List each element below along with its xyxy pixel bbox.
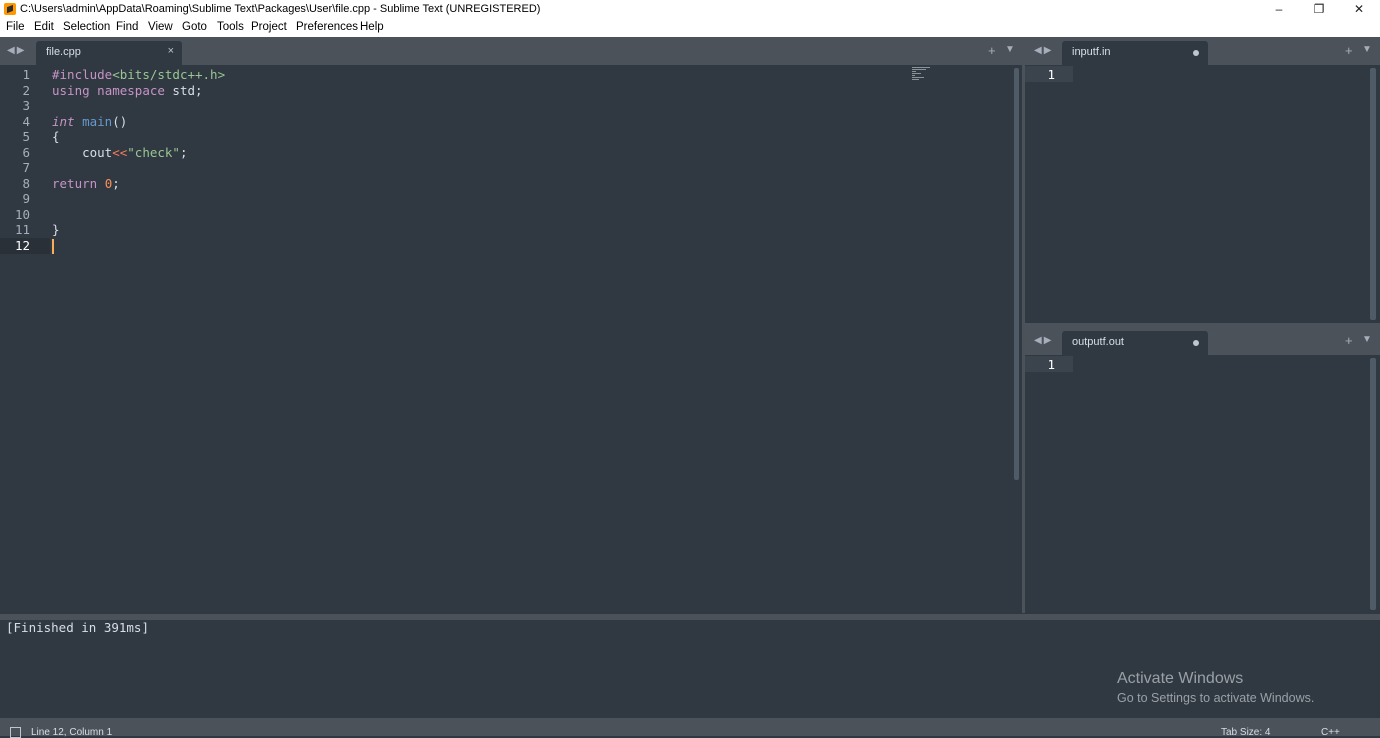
tab-list-chevron-icon[interactable]: ▼ xyxy=(1005,44,1015,55)
current-line-number: 1 xyxy=(1047,357,1055,372)
cursor-position: Line 12, Column 1 xyxy=(31,727,113,738)
tab-file-cpp[interactable]: file.cpp × xyxy=(36,41,182,65)
close-button[interactable]: ✕ xyxy=(1336,0,1380,19)
line-number: 2 xyxy=(22,82,30,98)
window-title: C:\Users\admin\AppData\Roaming\Sublime T… xyxy=(20,3,541,15)
code-line-1: #include<bits/stdc++.h> xyxy=(52,67,226,82)
code-line-8: return 0; xyxy=(52,175,120,191)
line-number: 5 xyxy=(22,129,30,144)
line-number: 11 xyxy=(14,222,30,237)
menu-goto[interactable]: Goto xyxy=(182,21,207,33)
code-line-5: { xyxy=(52,129,60,144)
title-bar: C:\Users\admin\AppData\Roaming\Sublime T… xyxy=(0,0,1380,19)
menu-preferences[interactable]: Preferences xyxy=(296,21,358,33)
tab-nav-arrows[interactable]: ◀▶ xyxy=(1034,335,1053,346)
code-line-4: int main() xyxy=(52,113,128,129)
syntax-indicator[interactable]: C++ xyxy=(1321,727,1340,738)
tab-close-icon[interactable]: × xyxy=(168,45,174,57)
line-number: 9 xyxy=(22,191,30,206)
menu-find[interactable]: Find xyxy=(116,21,138,33)
new-tab-plus-icon[interactable]: + xyxy=(1345,333,1353,348)
right-top-tab-strip: ◀▶ inputf.in + ▼ xyxy=(1025,37,1380,65)
tab-list-chevron-icon[interactable]: ▼ xyxy=(1362,334,1372,345)
tab-size-indicator[interactable]: Tab Size: 4 xyxy=(1221,727,1270,738)
activate-windows-title: Activate Windows xyxy=(1117,670,1244,687)
code-line-2: using namespace std; xyxy=(52,82,203,98)
menu-selection[interactable]: Selection xyxy=(63,21,110,33)
tab-label: inputf.in xyxy=(1072,46,1111,58)
right-bottom-scrollbar[interactable] xyxy=(1370,358,1376,610)
current-line-number: 1 xyxy=(1047,67,1055,82)
new-tab-plus-icon[interactable]: + xyxy=(1345,43,1353,58)
minimap[interactable] xyxy=(912,67,932,83)
text-caret xyxy=(52,239,54,254)
tab-nav-arrows[interactable]: ◀▶ xyxy=(1034,45,1053,56)
activate-windows-subtitle: Go to Settings to activate Windows. xyxy=(1117,691,1315,705)
tab-nav-arrows[interactable]: ◀▶ xyxy=(7,45,26,56)
tab-inputf-in[interactable]: inputf.in xyxy=(1062,41,1208,65)
line-number: 1 xyxy=(22,67,30,82)
unsaved-dot-icon[interactable] xyxy=(1193,50,1199,56)
sublime-app-icon xyxy=(4,3,16,15)
line-number: 7 xyxy=(22,160,30,175)
line-number: 6 xyxy=(22,144,30,160)
right-top-scrollbar[interactable] xyxy=(1370,68,1376,320)
new-tab-plus-icon[interactable]: + xyxy=(988,43,996,58)
menu-bar: File Edit Selection Find View Goto Tools… xyxy=(0,19,1380,37)
menu-help[interactable]: Help xyxy=(360,21,384,33)
menu-file[interactable]: File xyxy=(6,21,25,33)
tab-label: file.cpp xyxy=(46,46,81,58)
line-number: 8 xyxy=(22,175,30,191)
build-output-text: [Finished in 391ms] xyxy=(6,620,149,635)
menu-project[interactable]: Project xyxy=(251,21,287,33)
panel-toggle-icon[interactable] xyxy=(10,727,21,738)
code-line-11: } xyxy=(52,222,60,237)
menu-view[interactable]: View xyxy=(148,21,173,33)
current-line-number: 12 xyxy=(14,238,30,253)
status-bar: Line 12, Column 1 Tab Size: 4 C++ xyxy=(0,718,1380,738)
left-tab-strip: ◀▶ file.cpp × + ▼ xyxy=(0,37,1022,65)
left-scrollbar[interactable] xyxy=(1014,68,1019,480)
code-line-6: cout<<"check"; xyxy=(52,144,188,160)
tab-outputf-out[interactable]: outputf.out xyxy=(1062,331,1208,355)
menu-edit[interactable]: Edit xyxy=(34,21,54,33)
menu-tools[interactable]: Tools xyxy=(217,21,244,33)
unsaved-dot-icon[interactable] xyxy=(1193,340,1199,346)
right-bottom-tab-strip: ◀▶ outputf.out + ▼ xyxy=(1025,327,1380,355)
line-number: 3 xyxy=(22,98,30,113)
tab-label: outputf.out xyxy=(1072,336,1124,348)
tab-list-chevron-icon[interactable]: ▼ xyxy=(1362,44,1372,55)
line-number: 4 xyxy=(22,113,30,129)
line-number: 10 xyxy=(14,206,30,222)
